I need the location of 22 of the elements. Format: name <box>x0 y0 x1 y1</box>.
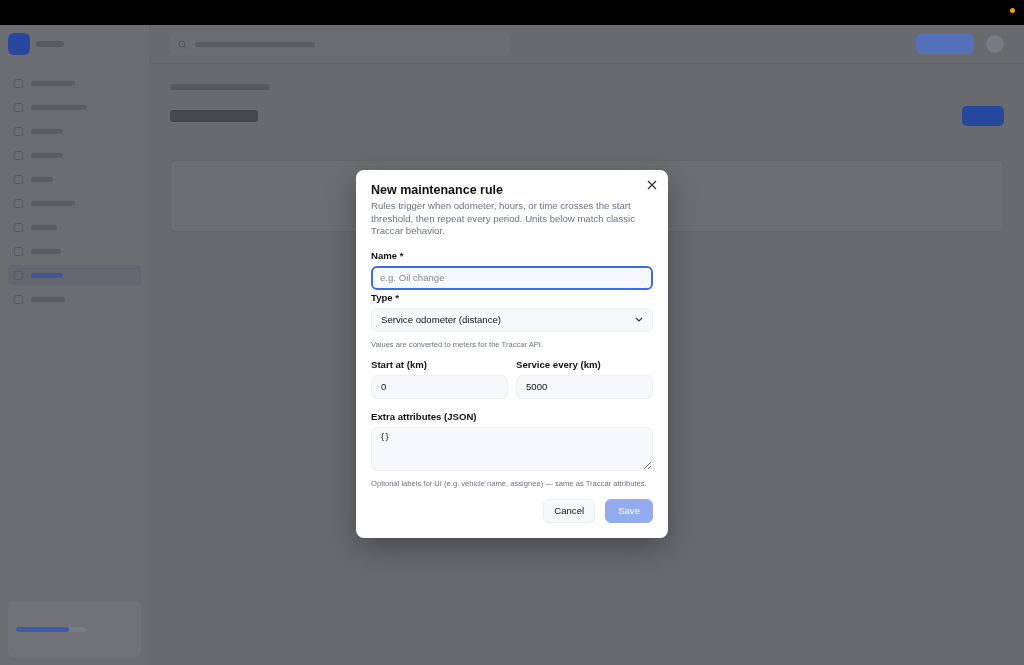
field-label: Start at (km) <box>371 358 428 370</box>
start-field[interactable]: 0 <box>371 374 508 399</box>
logo-icon <box>8 33 30 55</box>
chevron-down-icon <box>635 317 643 322</box>
field-label: Service every (km) <box>516 358 602 370</box>
search-icon <box>178 39 187 49</box>
period-field[interactable]: 5000 <box>516 374 653 399</box>
dialog-title: New maintenance rule <box>371 183 504 197</box>
header-button[interactable] <box>916 34 974 54</box>
field-label: Name * <box>371 249 405 261</box>
usage-bar <box>16 626 87 632</box>
name-field[interactable]: e.g. Oil change <box>371 265 653 290</box>
cancel-button[interactable]: Cancel <box>543 498 596 523</box>
type-select[interactable]: Service odometer (distance) <box>371 307 653 332</box>
nav-item[interactable] <box>8 265 141 285</box>
field-label: Extra attributes (JSON) <box>371 410 478 422</box>
dialog-description: Rules trigger when odometer, hours, or time crosses the start threshold, then repeat every period. Units below match classic Traccar behavior. <box>371 200 636 238</box>
close-icon[interactable] <box>647 180 657 190</box>
status-dot <box>1010 8 1015 13</box>
attributes-field[interactable]: {} <box>371 426 653 471</box>
field-label: Type * <box>371 291 401 303</box>
add-button[interactable] <box>962 106 1004 126</box>
